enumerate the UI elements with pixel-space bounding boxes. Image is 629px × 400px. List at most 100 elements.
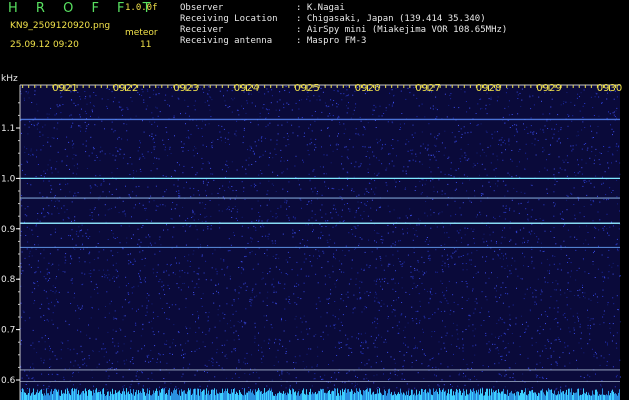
noise-speck [219,227,221,229]
noise-speck [601,254,603,256]
noise-speck [142,155,144,157]
noise-speck [458,124,459,126]
noise-speck [142,120,143,122]
noise-speck [555,243,557,245]
noise-speck [531,337,533,339]
noise-speck [169,148,171,150]
noise-speck [196,172,198,174]
noise-speck [376,347,378,348]
noise-speck [68,217,70,219]
noise-speck [371,188,372,190]
noise-speck [265,315,267,317]
noise-speck [208,330,210,332]
noise-speck [63,376,65,378]
noise-speck [57,207,58,209]
noise-speck [45,278,47,280]
noise-speck [257,263,259,265]
noise-speck [617,248,619,250]
noise-speck [232,190,234,192]
noise-speck [388,153,389,155]
noise-speck [371,199,373,201]
noise-speck [24,214,26,216]
noise-speck [71,140,73,142]
noise-speck [607,150,609,152]
noise-speck [110,300,112,302]
noise-speck [224,274,225,276]
noise-speck [337,214,339,216]
noise-speck [88,324,89,326]
bottom-noise-bar [411,389,412,400]
noise-speck [322,91,324,93]
noise-speck [98,269,100,271]
noise-speck [354,307,356,309]
bottom-noise-bar [275,394,276,400]
noise-speck [225,104,227,106]
noise-speck [495,242,497,244]
noise-speck [231,111,233,113]
noise-speck [477,103,479,105]
noise-speck [474,375,475,377]
noise-speck [328,187,329,189]
noise-speck [284,308,286,310]
noise-speck [145,236,147,238]
noise-speck [407,87,409,89]
noise-speck [52,263,54,265]
noise-speck [138,384,140,386]
noise-speck [395,241,396,243]
noise-speck [325,220,327,222]
noise-speck [266,255,268,257]
noise-speck [192,216,194,217]
noise-speck [440,348,442,350]
noise-speck [472,166,474,168]
noise-speck [503,211,505,213]
noise-speck [255,105,256,107]
noise-speck [217,139,219,140]
noise-speck [411,355,413,357]
noise-speck [440,363,442,365]
noise-speck [455,250,457,252]
noise-speck [326,173,327,175]
noise-speck [603,229,605,231]
noise-speck [455,282,457,284]
noise-speck [423,378,425,380]
bottom-noise-bar [184,390,185,400]
noise-speck [174,135,175,137]
noise-speck [565,159,567,161]
noise-speck [171,95,173,97]
noise-speck [70,361,72,363]
noise-speck [208,90,210,91]
noise-speck [261,173,263,175]
noise-speck [553,350,555,352]
noise-speck [230,210,232,212]
noise-speck [448,174,450,176]
noise-speck [413,282,415,284]
noise-speck [370,335,372,337]
noise-speck [79,116,81,118]
noise-speck [398,328,400,330]
noise-speck [364,146,366,148]
noise-speck [533,267,535,269]
noise-speck [194,146,195,148]
noise-speck [51,301,52,303]
noise-speck [98,251,100,253]
noise-speck [235,290,236,292]
noise-speck [199,202,201,204]
noise-speck [184,99,186,101]
noise-speck [110,250,112,252]
noise-speck [141,153,143,155]
noise-speck [312,191,314,193]
bottom-noise-bar [21,392,22,400]
noise-speck [272,242,274,244]
bottom-noise-bar [165,394,166,400]
noise-speck [524,192,526,194]
bottom-noise-bar [129,394,130,400]
noise-speck [401,378,403,380]
noise-speck [34,90,36,92]
noise-speck [72,172,74,174]
noise-speck [468,325,470,327]
noise-speck [170,265,171,267]
noise-speck [531,184,533,186]
noise-speck [577,164,579,166]
noise-speck [207,226,209,228]
noise-speck [430,154,432,156]
